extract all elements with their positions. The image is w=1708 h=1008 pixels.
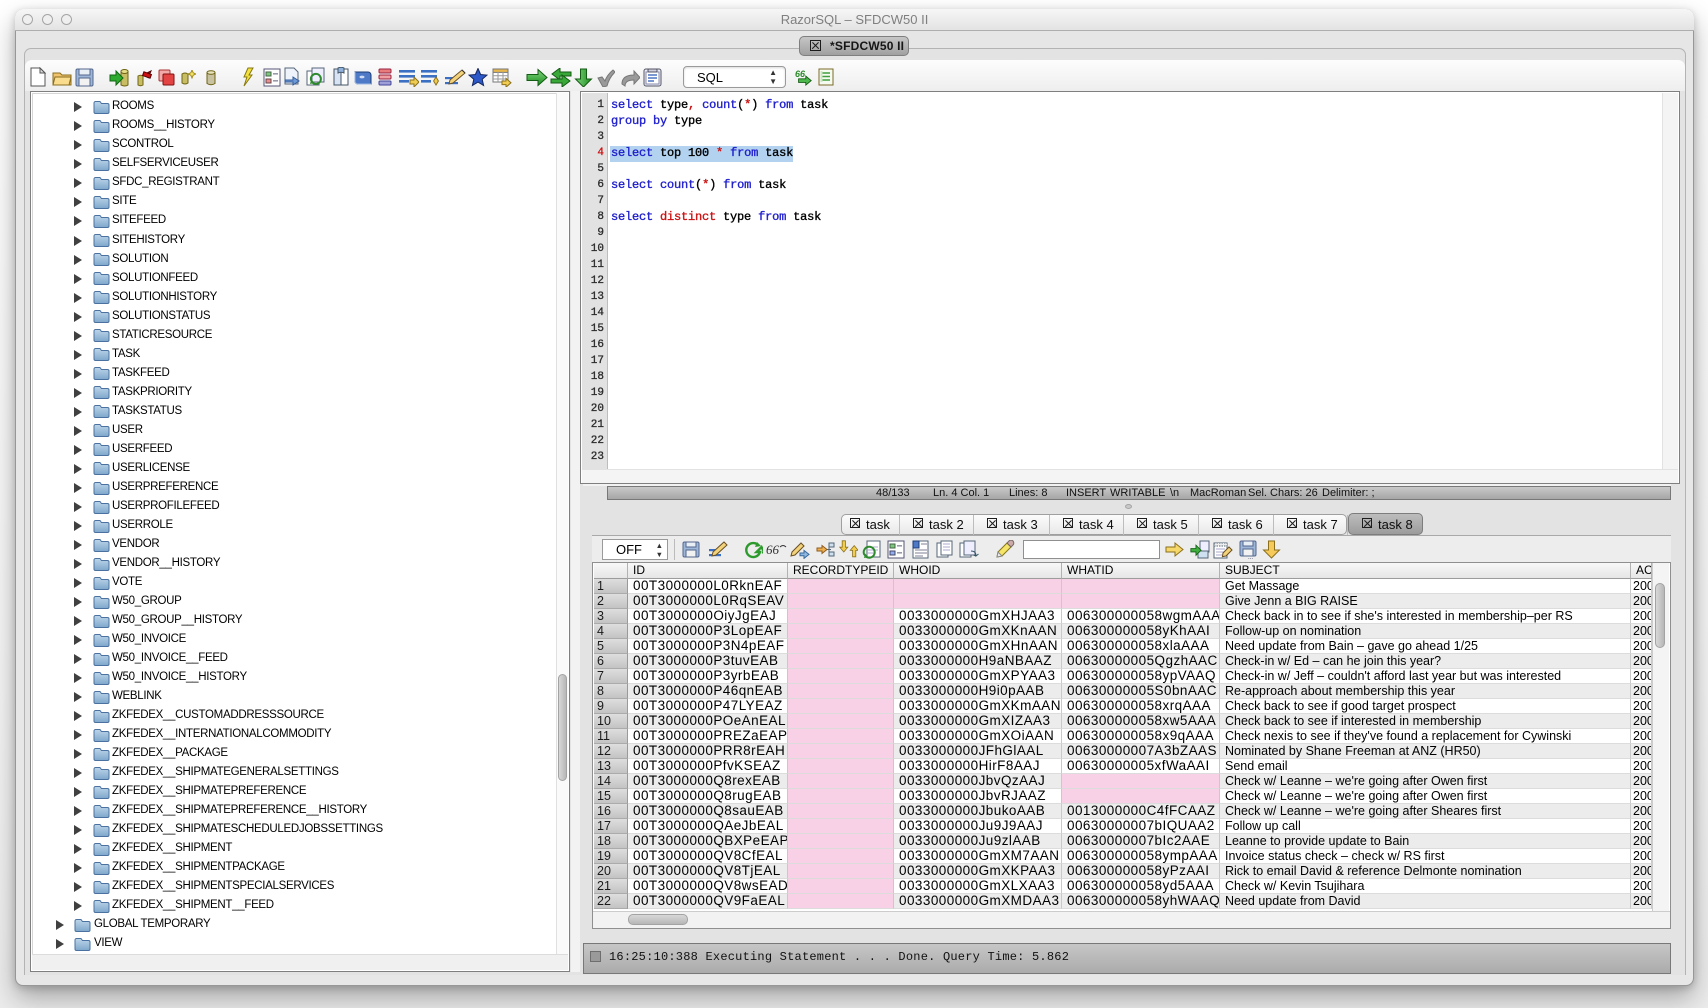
svg-text:66: 66 bbox=[766, 543, 780, 556]
svg-text:66: 66 bbox=[795, 69, 806, 79]
svg-text:...: ... bbox=[1248, 555, 1253, 559]
